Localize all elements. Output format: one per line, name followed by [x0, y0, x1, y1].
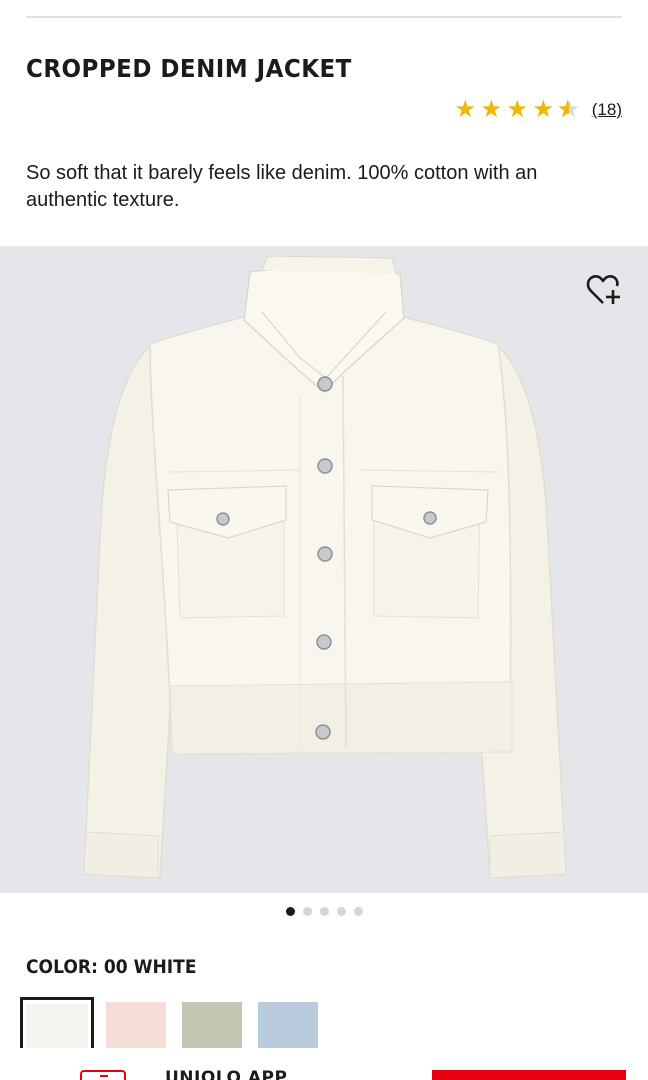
gallery-dot[interactable]: [319, 907, 329, 916]
rating-stars: ★ ★ ★ ★ ★ ★ ★ ★ ★ ★: [453, 98, 582, 122]
gallery-dot[interactable]: [302, 907, 312, 916]
gallery-dot[interactable]: [285, 907, 295, 916]
gallery-dot[interactable]: [353, 907, 363, 916]
swatch-chip: [258, 1002, 318, 1054]
product-image[interactable]: [0, 246, 648, 893]
product-rating[interactable]: ★ ★ ★ ★ ★ ★ ★ ★ ★ ★ (18): [453, 98, 623, 122]
gallery-dots: [0, 907, 648, 916]
swatch-chip: [106, 1002, 166, 1054]
top-divider: [26, 16, 622, 18]
jacket-image: [83, 255, 567, 879]
product-description: So soft that it barely feels like denim.…: [26, 162, 538, 211]
product-title: CROPPED DENIM JACKET: [26, 54, 352, 83]
app-icon[interactable]: [80, 1070, 126, 1080]
star-icon: ★ ★: [556, 96, 581, 123]
gallery-dot[interactable]: [336, 907, 346, 916]
bottom-bar: UNIQLO APP: [0, 1048, 648, 1080]
heart-plus-icon: [586, 275, 620, 304]
color-label: COLOR: 00 WHITE: [26, 956, 197, 978]
swatch-chip: [182, 1002, 242, 1054]
add-to-cart-button[interactable]: [432, 1070, 626, 1080]
star-icon: ★ ★: [506, 96, 529, 123]
app-label[interactable]: UNIQLO APP: [165, 1068, 287, 1080]
review-count-link[interactable]: (18): [592, 100, 622, 120]
star-icon: ★ ★: [480, 96, 503, 123]
star-icon: ★ ★: [532, 96, 555, 123]
star-icon: ★ ★: [454, 96, 477, 123]
wishlist-button[interactable]: [584, 270, 624, 310]
